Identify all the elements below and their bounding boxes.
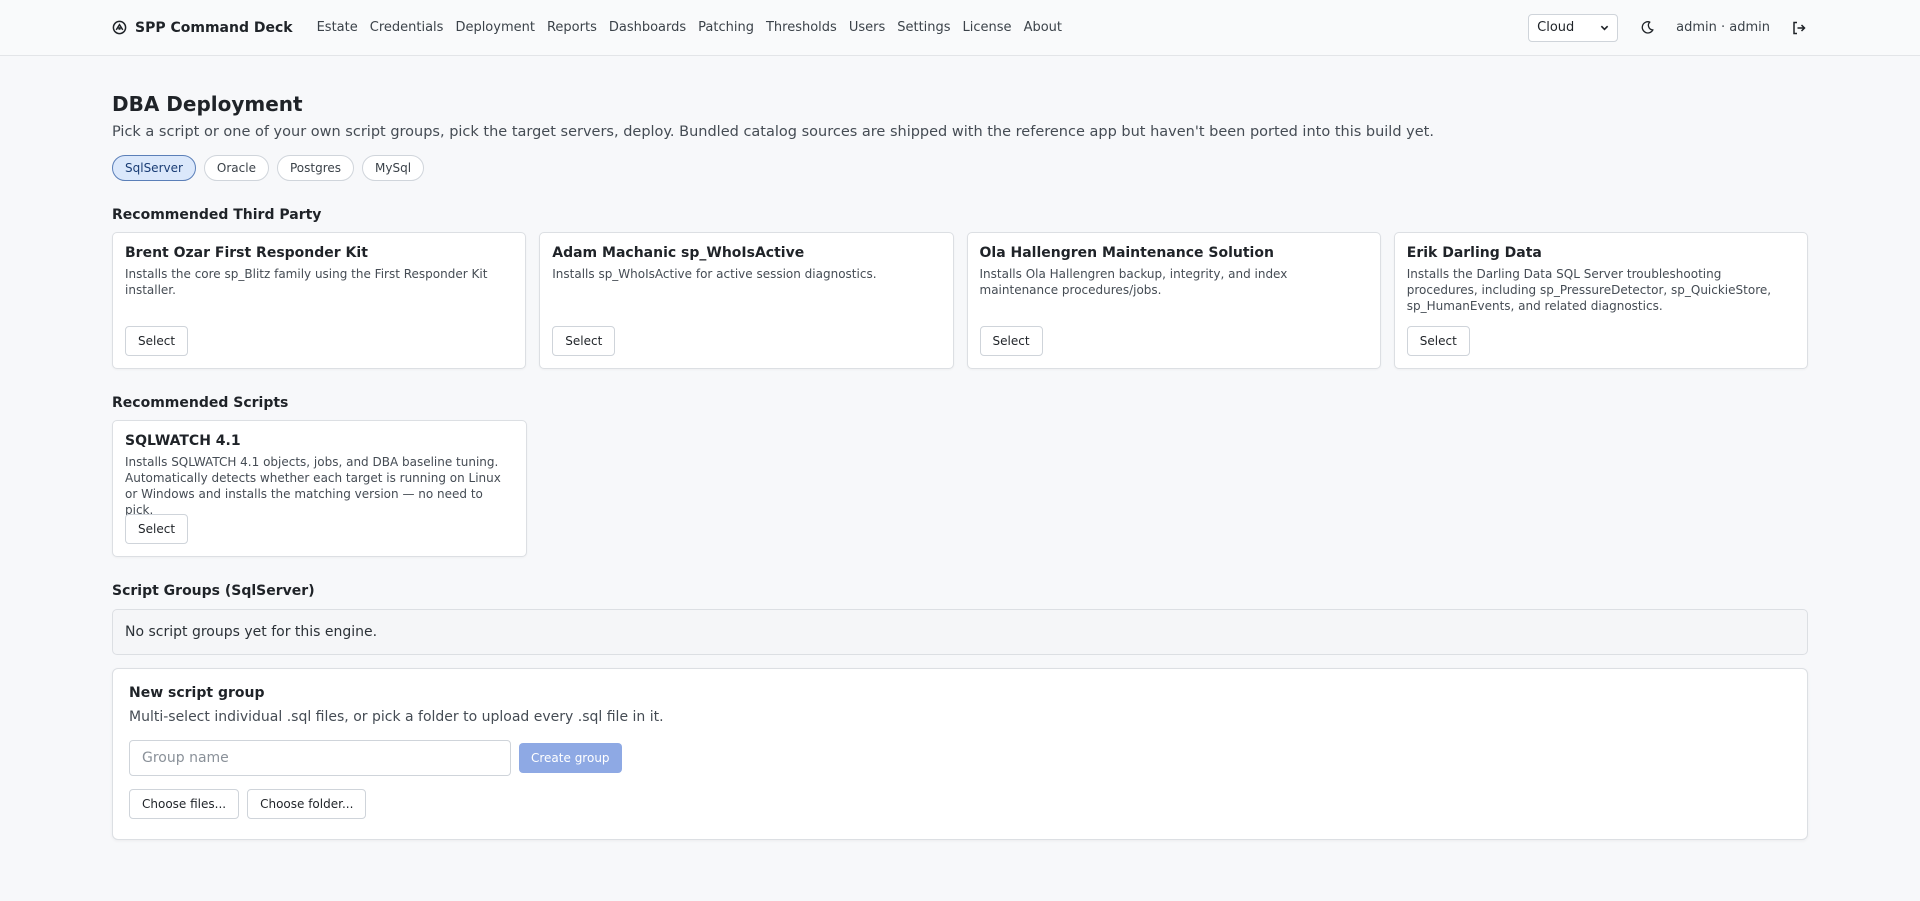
top-navigation-bar: SPP Command Deck Estate Credentials Depl… <box>0 0 1920 56</box>
main-content: DBA Deployment Pick a script or one of y… <box>112 56 1808 840</box>
page-subtitle: Pick a script or one of your own script … <box>112 124 1434 140</box>
card-description: Installs Ola Hallengren backup, integrit… <box>979 267 1288 297</box>
engine-tab-mysql[interactable]: MySql <box>362 155 425 181</box>
nav-item-dashboards[interactable]: Dashboards <box>609 20 686 35</box>
environment-select-value: Cloud <box>1537 20 1575 35</box>
select-button[interactable]: Select <box>552 326 616 356</box>
nav-item-license[interactable]: License <box>963 20 1012 35</box>
engine-tabs: SqlServer Oracle Postgres MySql <box>112 155 1808 181</box>
select-button[interactable]: Select <box>125 514 189 544</box>
empty-groups-message: No script groups yet for this engine. <box>112 609 1808 655</box>
select-button[interactable]: Select <box>979 326 1043 356</box>
card-title: Brent Ozar First Responder Kit <box>125 245 368 261</box>
card-title: Erik Darling Data <box>1406 245 1542 261</box>
card-description: Installs the Darling Data SQL Server tro… <box>1406 267 1772 313</box>
engine-tab-oracle[interactable]: Oracle <box>203 155 269 181</box>
new-group-subtitle: Multi-select individual .sql files, or p… <box>129 709 664 725</box>
nav-item-patching[interactable]: Patching <box>698 20 754 35</box>
section-title-script-groups: Script Groups (SqlServer) <box>112 583 315 599</box>
main-nav: Estate Credentials Deployment Reports Da… <box>317 20 1062 35</box>
script-card: Ola Hallengren Maintenance Solution Inst… <box>966 232 1381 369</box>
environment-select[interactable]: Cloud <box>1528 13 1619 42</box>
page-title: DBA Deployment <box>112 92 303 116</box>
card-title: Ola Hallengren Maintenance Solution <box>979 245 1274 261</box>
card-description: Installs the core sp_Blitz family using … <box>125 267 488 297</box>
engine-tab-sqlserver[interactable]: SqlServer <box>112 155 196 181</box>
brand-title: SPP Command Deck <box>135 19 293 36</box>
card-description: Installs SQLWATCH 4.1 objects, jobs, and… <box>125 455 501 517</box>
nav-item-reports[interactable]: Reports <box>547 20 597 35</box>
choose-folder-button[interactable]: Choose folder... <box>247 789 367 819</box>
choose-files-button[interactable]: Choose files... <box>129 789 240 819</box>
brand[interactable]: SPP Command Deck <box>112 20 293 36</box>
script-card: Adam Machanic sp_WhoIsActive Installs sp… <box>539 232 954 369</box>
script-card: SQLWATCH 4.1 Installs SQLWATCH 4.1 objec… <box>112 420 527 557</box>
new-script-group-panel: New script group Multi-select individual… <box>112 668 1808 840</box>
nav-item-settings[interactable]: Settings <box>897 20 950 35</box>
section-title-third-party: Recommended Third Party <box>112 207 322 223</box>
select-button[interactable]: Select <box>125 326 189 356</box>
logout-icon[interactable] <box>1790 19 1808 37</box>
script-card: Brent Ozar First Responder Kit Installs … <box>112 232 527 369</box>
nav-item-deployment[interactable]: Deployment <box>455 20 535 35</box>
card-description: Installs sp_WhoIsActive for active sessi… <box>552 267 877 281</box>
section-title-recommended-scripts: Recommended Scripts <box>112 395 289 411</box>
new-group-title: New script group <box>129 685 265 701</box>
current-user-label: admin · admin <box>1676 20 1770 35</box>
engine-tab-postgres[interactable]: Postgres <box>276 155 354 181</box>
create-group-button[interactable]: Create group <box>519 743 622 773</box>
nav-item-users[interactable]: Users <box>849 20 885 35</box>
recommended-script-cards: SQLWATCH 4.1 Installs SQLWATCH 4.1 objec… <box>112 420 1808 557</box>
select-button[interactable]: Select <box>1406 326 1470 356</box>
chevron-down-icon <box>1600 25 1609 31</box>
group-name-input[interactable] <box>129 740 511 776</box>
script-card: Erik Darling Data Installs the Darling D… <box>1393 232 1808 369</box>
card-title: SQLWATCH 4.1 <box>125 433 241 449</box>
nav-item-estate[interactable]: Estate <box>317 20 358 35</box>
nav-item-about[interactable]: About <box>1024 20 1062 35</box>
brand-logo-icon <box>112 20 127 35</box>
theme-toggle-moon-icon[interactable] <box>1638 19 1656 37</box>
nav-item-thresholds[interactable]: Thresholds <box>766 20 837 35</box>
nav-item-credentials[interactable]: Credentials <box>370 20 444 35</box>
third-party-cards: Brent Ozar First Responder Kit Installs … <box>112 232 1808 369</box>
card-title: Adam Machanic sp_WhoIsActive <box>552 245 805 261</box>
